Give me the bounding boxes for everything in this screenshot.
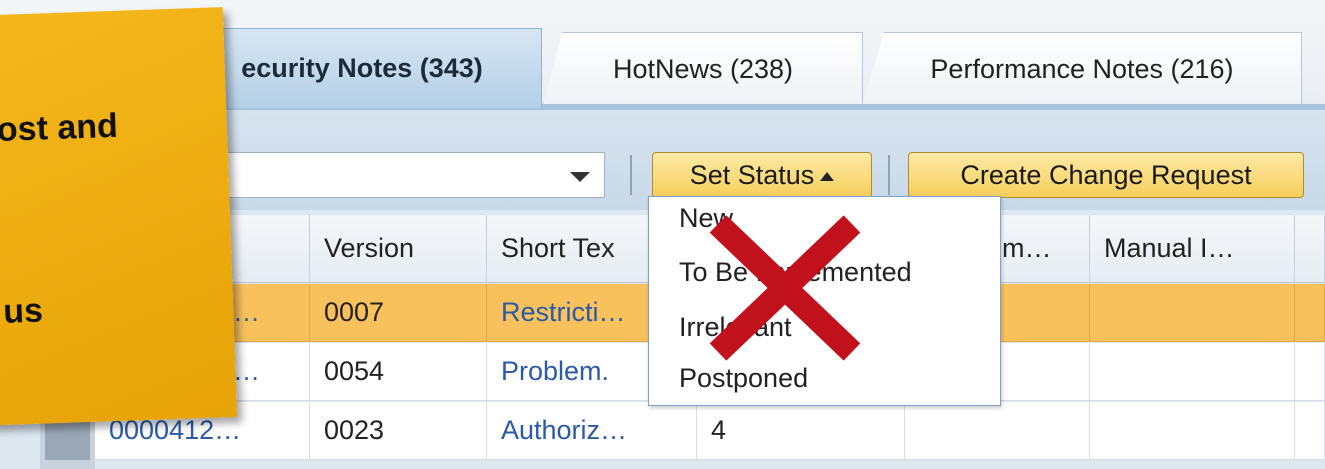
column-header-4-label: m… (1002, 233, 1052, 263)
menu-triangle-icon (820, 172, 835, 182)
sticky-note-line: us (2, 291, 44, 331)
cell (1090, 402, 1295, 460)
version-cell: 0007 (310, 284, 487, 342)
cell (1295, 284, 1325, 342)
column-header-more (1295, 215, 1325, 283)
toolbar-separator (630, 155, 632, 195)
sticky-note-line: ost and (0, 106, 119, 150)
set-status-button[interactable]: Set Status (652, 152, 872, 198)
tab-hotnews[interactable]: HotNews (238) (543, 32, 863, 105)
create-change-request-button[interactable]: Create Change Request (908, 152, 1304, 198)
column-header-manual[interactable]: Manual I… (1090, 215, 1295, 283)
short-text-link[interactable]: Authoriz… (487, 402, 697, 460)
cell (905, 402, 1090, 460)
version-cell: 0023 (310, 402, 487, 460)
version-cell: 0054 (310, 343, 487, 401)
cell (1090, 343, 1295, 401)
set-status-menu: New To Be Implemented Irrelevant Postpon… (648, 196, 1001, 406)
cell: 4 (697, 402, 905, 460)
column-header-version[interactable]: Version (310, 215, 487, 283)
menu-item-to-be-implemented[interactable]: To Be Implemented (679, 257, 912, 288)
cell (1295, 343, 1325, 401)
tab-security-notes[interactable]: ecurity Notes (343) (172, 28, 542, 108)
menu-item-postponed[interactable]: Postponed (679, 363, 808, 394)
menu-item-new[interactable]: New (679, 203, 733, 234)
cell (1090, 284, 1295, 342)
sap-notes-window: Performance Notes (216) HotNews (238) ec… (0, 0, 1325, 469)
cell (1295, 402, 1325, 460)
tab-performance-notes[interactable]: Performance Notes (216) (862, 32, 1302, 105)
dropdown-arrow-icon[interactable] (570, 172, 590, 182)
toolbar-separator (888, 155, 890, 195)
menu-item-irrelevant[interactable]: Irrelevant (679, 312, 792, 343)
sticky-note: ost and us (0, 7, 238, 427)
set-status-label: Set Status (689, 160, 815, 190)
